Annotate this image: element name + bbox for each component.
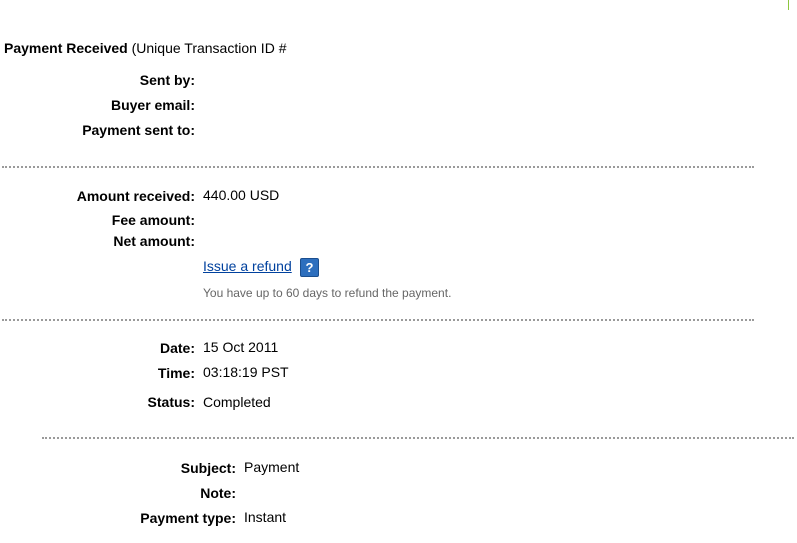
page-title-transaction-id: (Unique Transaction ID # [127, 40, 287, 56]
divider-1 [2, 166, 754, 168]
divider-2 [2, 319, 754, 321]
payment-sent-to-label: Payment sent to: [82, 122, 195, 138]
issue-refund-link[interactable]: Issue a refund [203, 258, 292, 274]
date-value: 15 Oct 2011 [203, 339, 279, 355]
refund-hint-text: You have up to 60 days to refund the pay… [203, 286, 452, 300]
fee-amount-label: Fee amount: [111, 212, 195, 228]
subject-label: Subject: [180, 460, 236, 476]
divider-3 [42, 437, 794, 439]
sent-by-label: Sent by: [139, 72, 195, 88]
note-label: Note: [200, 485, 236, 501]
status-label: Status: [147, 394, 195, 410]
date-label: Date: [159, 340, 195, 356]
page-title-bold: Payment Received [4, 40, 128, 56]
amount-received-label: Amount received: [76, 188, 195, 204]
time-value: 03:18:19 PST [203, 364, 289, 380]
net-amount-label: Net amount: [113, 233, 195, 249]
subject-value: Payment [244, 459, 300, 475]
question-mark-icon[interactable]: ? [300, 258, 319, 277]
page-title: Payment Received (Unique Transaction ID … [4, 40, 286, 56]
status-value: Completed [203, 394, 271, 410]
corner-mark [788, 0, 789, 10]
time-label: Time: [157, 365, 195, 381]
issue-refund-row: Issue a refund [203, 258, 292, 274]
amount-received-value: 440.00 USD [203, 187, 280, 203]
payment-type-value: Instant [244, 509, 287, 525]
buyer-email-label: Buyer email: [110, 97, 195, 113]
payment-type-label: Payment type: [140, 510, 236, 526]
